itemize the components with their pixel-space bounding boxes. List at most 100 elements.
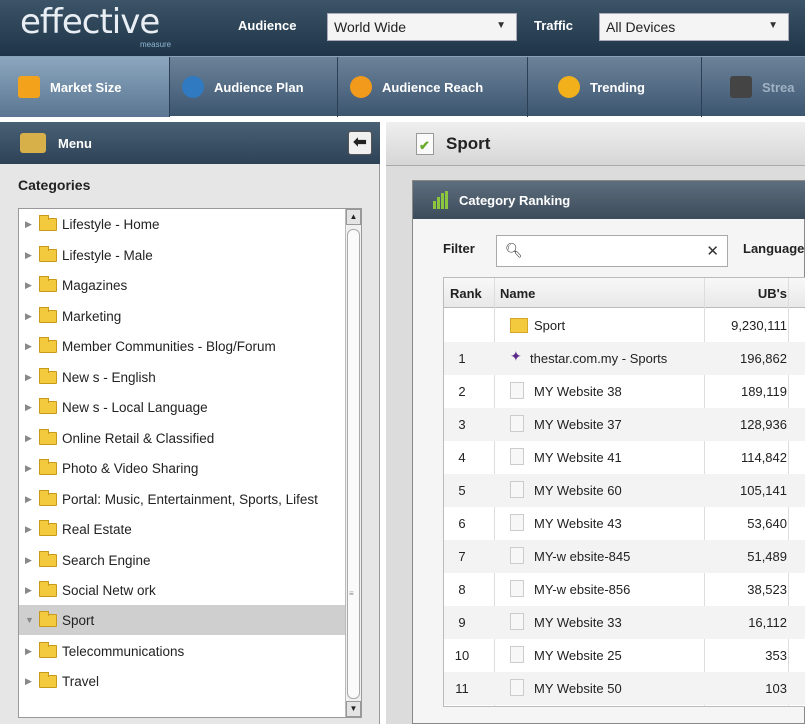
row-ubs: 9,230,111 <box>731 318 787 333</box>
document-check-icon <box>416 132 434 155</box>
category-item[interactable]: ▶ New s - Local Language <box>19 392 345 422</box>
category-item[interactable]: ▶ New s - English <box>19 362 345 392</box>
page-icon <box>510 514 524 531</box>
category-item[interactable]: ▶ Search Engine <box>19 545 345 575</box>
scroll-up-button[interactable]: ▲ <box>346 209 361 225</box>
table-row[interactable]: 4 MY Website 41 114,842 <box>444 441 805 474</box>
traffic-select[interactable]: All Devices ▼ <box>599 13 789 41</box>
category-item[interactable]: ▶ Marketing <box>19 301 345 331</box>
tab-label: Audience Plan <box>214 79 304 95</box>
row-ubs: 53,640 <box>747 516 787 531</box>
table-row[interactable]: Sport 9,230,111 <box>444 309 805 342</box>
ranking-chart-icon <box>433 191 449 209</box>
column-name[interactable]: Name <box>500 286 535 301</box>
row-rank: 10 <box>454 648 470 663</box>
category-item[interactable]: ▶ Lifestyle - Home <box>19 209 345 239</box>
pie-chart-icon <box>350 76 372 98</box>
expand-arrow-icon[interactable]: ▶ <box>25 585 39 596</box>
table-row[interactable]: 6 MY Website 43 53,640 <box>444 507 805 540</box>
column-ubs[interactable]: UB's <box>758 286 787 301</box>
folder-icon <box>39 580 57 597</box>
category-label: Portal: Music, Entertainment, Sports, Li… <box>62 491 318 507</box>
audience-select[interactable]: World Wide ▼ <box>327 13 517 41</box>
category-item[interactable]: ▶ Telecommunications <box>19 636 345 666</box>
category-item[interactable]: ▶ Photo & Video Sharing <box>19 453 345 483</box>
expand-arrow-icon[interactable]: ▶ <box>25 494 39 505</box>
table-row[interactable]: 7 MY-w ebsite-845 51,489 <box>444 540 805 573</box>
scroll-down-button[interactable]: ▼ <box>346 701 361 717</box>
folder-icon <box>39 671 57 688</box>
table-row[interactable]: 8 MY-w ebsite-856 38,523 <box>444 573 805 606</box>
table-row[interactable]: 5 MY Website 60 105,141 <box>444 474 805 507</box>
page-icon <box>510 613 524 630</box>
expand-arrow-icon[interactable]: ▶ <box>25 250 39 261</box>
category-item[interactable]: ▶ Real Estate <box>19 514 345 544</box>
expand-arrow-icon[interactable]: ▶ <box>25 372 39 383</box>
site-logo-icon: ✦ <box>510 348 522 364</box>
table-row[interactable]: 2 MY Website 38 189,119 <box>444 375 805 408</box>
category-label: New s - Local Language <box>62 399 208 415</box>
category-label: Search Engine <box>62 552 151 568</box>
folder-icon <box>39 458 57 475</box>
tab-audience-reach[interactable]: Audience Reach <box>338 57 528 117</box>
tab-market-size[interactable]: Market Size <box>0 57 170 117</box>
folder-icon <box>39 550 57 567</box>
expand-arrow-icon[interactable]: ▶ <box>25 341 39 352</box>
row-rank: 2 <box>458 384 466 399</box>
expand-arrow-icon[interactable]: ▶ <box>25 402 39 413</box>
category-list[interactable]: ▶ Lifestyle - Home ▶ Lifestyle - Male ▶ Mag… <box>18 208 362 718</box>
clear-icon[interactable]: ✕ <box>706 242 719 260</box>
open-folder-icon <box>39 610 57 627</box>
traffic-select-value: All Devices <box>606 19 676 35</box>
tv-icon <box>730 76 752 98</box>
categories-title: Categories <box>18 177 91 193</box>
row-ubs: 128,936 <box>740 417 787 432</box>
folder-icon <box>510 318 528 333</box>
row-name: MY-w ebsite-845 <box>534 549 631 564</box>
table-row[interactable]: 9 MY Website 33 16,112 <box>444 606 805 639</box>
expand-arrow-icon[interactable]: ▶ <box>25 524 39 535</box>
expand-arrow-icon[interactable]: ▶ <box>25 433 39 444</box>
row-name: thestar.com.my - Sports <box>530 351 668 366</box>
expand-arrow-icon[interactable]: ▶ <box>25 219 39 230</box>
category-item[interactable]: ▶ Member Communities - Blog/Forum <box>19 331 345 361</box>
expand-arrow-icon[interactable]: ▶ <box>25 463 39 474</box>
tab-trending[interactable]: Trending <box>528 57 702 117</box>
table-row[interactable]: 1 ✦ thestar.com.my - Sports 196,862 <box>444 342 805 375</box>
category-item[interactable]: ▶ Travel <box>19 666 345 696</box>
folder-icon <box>20 133 46 153</box>
category-item-selected[interactable]: ▼ Sport <box>19 605 345 635</box>
category-item[interactable]: ▶ Online Retail & Classified <box>19 423 345 453</box>
row-name: MY-w ebsite-856 <box>534 582 631 597</box>
category-item[interactable]: ▶ Lifestyle - Male <box>19 240 345 270</box>
expand-arrow-icon[interactable]: ▶ <box>25 676 39 687</box>
collapse-menu-button[interactable]: ⬅ <box>348 131 372 155</box>
filter-input[interactable]: 🔍︎ ✕ <box>496 235 728 267</box>
expand-arrow-icon[interactable]: ▶ <box>25 646 39 657</box>
table-row[interactable]: 10 MY Website 25 353 <box>444 639 805 672</box>
category-label: Lifestyle - Male <box>62 247 153 263</box>
collapse-arrow-icon[interactable]: ▼ <box>25 615 39 625</box>
folder-icon <box>39 397 57 414</box>
audience-label: Audience <box>238 18 297 33</box>
category-item[interactable]: ▶ Portal: Music, Entertainment, Sports, L… <box>19 484 345 514</box>
audience-select-value: World Wide <box>334 19 407 35</box>
table-row[interactable]: 3 MY Website 37 128,936 <box>444 408 805 441</box>
tab-audience-plan[interactable]: Audience Plan <box>170 57 338 117</box>
grip-icon: ≡ <box>349 589 354 598</box>
expand-arrow-icon[interactable]: ▶ <box>25 280 39 291</box>
category-scrollbar[interactable]: ▲ ≡ ▼ <box>345 209 361 717</box>
expand-arrow-icon[interactable]: ▶ <box>25 555 39 566</box>
category-item[interactable]: ▶ Magazines <box>19 270 345 300</box>
tab-streams[interactable]: Strea <box>702 57 805 117</box>
category-item[interactable]: ▶ Social Netw ork <box>19 575 345 605</box>
app-logo: effective <box>20 2 160 42</box>
table-row[interactable]: 11 MY Website 50 103 <box>444 672 805 705</box>
column-rank[interactable]: Rank <box>450 286 482 301</box>
scrollbar-thumb[interactable] <box>347 229 360 699</box>
page-icon <box>510 481 524 498</box>
expand-arrow-icon[interactable]: ▶ <box>25 311 39 322</box>
menu-panel: Menu ⬅ Categories ▶ Lifestyle - Home ▶ Lif… <box>0 122 380 724</box>
row-ubs: 51,489 <box>747 549 787 564</box>
page-icon <box>510 580 524 597</box>
